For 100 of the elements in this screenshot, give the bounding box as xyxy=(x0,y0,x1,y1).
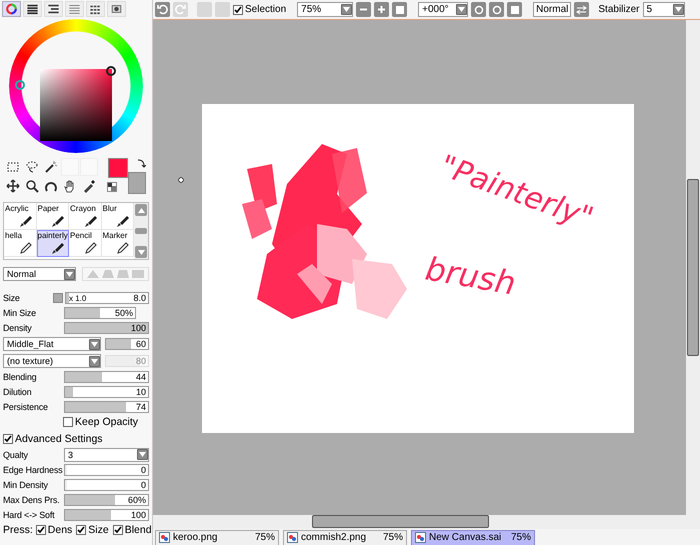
handwritten-text: brush xyxy=(422,250,519,303)
reset-colors-icon[interactable] xyxy=(107,182,117,192)
setting-label: Hard <-> Soft xyxy=(3,510,56,520)
checkbox[interactable] xyxy=(63,417,73,427)
slider-value: 100 xyxy=(130,510,146,520)
slider[interactable]: 74 xyxy=(64,401,149,413)
saturation-value-square[interactable] xyxy=(40,69,112,141)
dropdown-button[interactable] xyxy=(137,449,148,460)
slider-value: 50% xyxy=(114,308,133,318)
primary-color-swatch[interactable] xyxy=(108,158,128,178)
document-tab[interactable]: keroo.png 75% xyxy=(155,530,279,545)
panel-tab[interactable] xyxy=(107,1,126,17)
slider[interactable]: 50% xyxy=(64,307,136,319)
checkbox-label: Dens xyxy=(48,524,72,536)
caret-icon xyxy=(458,7,466,12)
brush-slot[interactable]: Acrylic xyxy=(4,203,36,230)
checkbox[interactable] xyxy=(233,4,243,15)
slider[interactable]: x 1.0 8.0 xyxy=(65,292,149,304)
slider[interactable]: 60% xyxy=(64,494,149,506)
setting-label: Min Size xyxy=(3,308,37,318)
dropdown[interactable]: Middle_Flat xyxy=(3,337,101,351)
slider[interactable]: 44 xyxy=(64,371,149,383)
brush-slot[interactable]: painterly xyxy=(36,230,69,257)
hue-marker[interactable] xyxy=(15,80,25,90)
scroll-thumb[interactable] xyxy=(135,228,147,234)
brush-slot[interactable]: Crayon xyxy=(69,203,102,230)
scroll-down-button[interactable] xyxy=(135,246,147,258)
rotation-dropdown[interactable]: +000° xyxy=(418,2,468,18)
plus-icon xyxy=(377,5,386,14)
panel-tab[interactable] xyxy=(44,1,63,17)
zoom-reset-button[interactable] xyxy=(392,2,408,18)
zoom-dropdown[interactable]: 75% xyxy=(297,2,354,18)
rotate-right-icon xyxy=(492,4,502,15)
setting-label: Blending xyxy=(3,372,38,382)
slider-value: 44 xyxy=(136,372,146,382)
dropdown-button[interactable] xyxy=(341,4,352,16)
checkbox[interactable] xyxy=(76,525,86,535)
lines-icon xyxy=(26,3,39,15)
brush-icon xyxy=(51,241,65,255)
slider[interactable]: 100 xyxy=(64,322,149,334)
caret-icon xyxy=(91,342,98,346)
horizontal-scrollbar[interactable] xyxy=(153,515,700,529)
blend-mode-dropdown[interactable]: Normal xyxy=(3,267,76,281)
dropdown-button[interactable] xyxy=(64,268,75,280)
zoom-in-button[interactable] xyxy=(374,2,390,18)
lasso-icon[interactable] xyxy=(25,160,39,174)
mode-button[interactable]: Normal xyxy=(533,2,572,18)
dropdown-button[interactable] xyxy=(456,4,468,16)
rotate-icon[interactable] xyxy=(44,179,58,193)
swatch-icon xyxy=(110,3,123,15)
slider[interactable]: 100 xyxy=(64,509,149,521)
pencil-icon xyxy=(116,241,130,255)
selection-icon[interactable] xyxy=(6,160,20,174)
redo-icon xyxy=(175,4,186,16)
caret-icon xyxy=(91,358,98,364)
move-icon[interactable] xyxy=(6,179,20,193)
slider-value: 74 xyxy=(136,402,146,412)
color-marker[interactable] xyxy=(106,66,116,76)
swap-arrow-icon[interactable] xyxy=(137,158,146,168)
square-icon xyxy=(396,6,404,14)
vertical-scrollbar[interactable] xyxy=(686,20,700,516)
brush-icon xyxy=(116,214,130,228)
checkbox[interactable] xyxy=(36,525,46,535)
secondary-color-swatch[interactable] xyxy=(128,172,146,194)
panel-tab[interactable] xyxy=(2,1,21,17)
rotate-right-button[interactable] xyxy=(489,2,504,18)
dropdown-button[interactable] xyxy=(672,4,684,16)
zoom-out-button[interactable] xyxy=(356,2,372,18)
slider-value: 8.0 xyxy=(133,293,146,303)
slider[interactable]: 0 xyxy=(64,479,149,491)
brush-slot[interactable]: Pencil xyxy=(69,230,102,257)
checkbox-label: Keep Opacity xyxy=(75,416,138,428)
setting-label: Edge Hardness xyxy=(3,465,64,475)
eyedropper-icon[interactable] xyxy=(82,179,96,193)
slider[interactable]: 0 xyxy=(64,464,149,476)
multiplier-text: x 1.0 xyxy=(69,294,86,302)
dropdown-button[interactable] xyxy=(89,338,100,350)
magic-wand-icon[interactable] xyxy=(44,160,58,174)
document-tab[interactable]: commish2.png 75% xyxy=(283,530,407,545)
pencil-icon xyxy=(84,241,98,255)
panel-tab[interactable] xyxy=(23,1,42,17)
rotate-left-button[interactable] xyxy=(471,2,486,18)
stabilizer-label: Stabilizer xyxy=(598,4,640,16)
document-tab[interactable]: New Canvas.sai 75% xyxy=(411,530,535,545)
flip-button[interactable] xyxy=(574,2,590,18)
undo-button[interactable] xyxy=(155,2,170,18)
panel-tab[interactable] xyxy=(86,1,105,17)
setting-label: Dilution xyxy=(3,387,32,397)
stabilizer-dropdown[interactable]: 5 xyxy=(642,2,685,18)
zoom-icon[interactable] xyxy=(25,179,39,193)
brush-name: painterly xyxy=(38,231,68,240)
checkbox[interactable] xyxy=(3,434,13,444)
slider[interactable]: 60 xyxy=(105,338,149,350)
lines-icon xyxy=(47,3,60,15)
rotation-reset-button[interactable] xyxy=(507,2,522,18)
dropdown[interactable]: 3 xyxy=(64,448,149,462)
scroll-up-button[interactable] xyxy=(135,204,147,216)
dropdown-button[interactable] xyxy=(89,356,100,366)
slider[interactable]: 10 xyxy=(64,386,149,398)
checkbox[interactable] xyxy=(112,525,123,535)
